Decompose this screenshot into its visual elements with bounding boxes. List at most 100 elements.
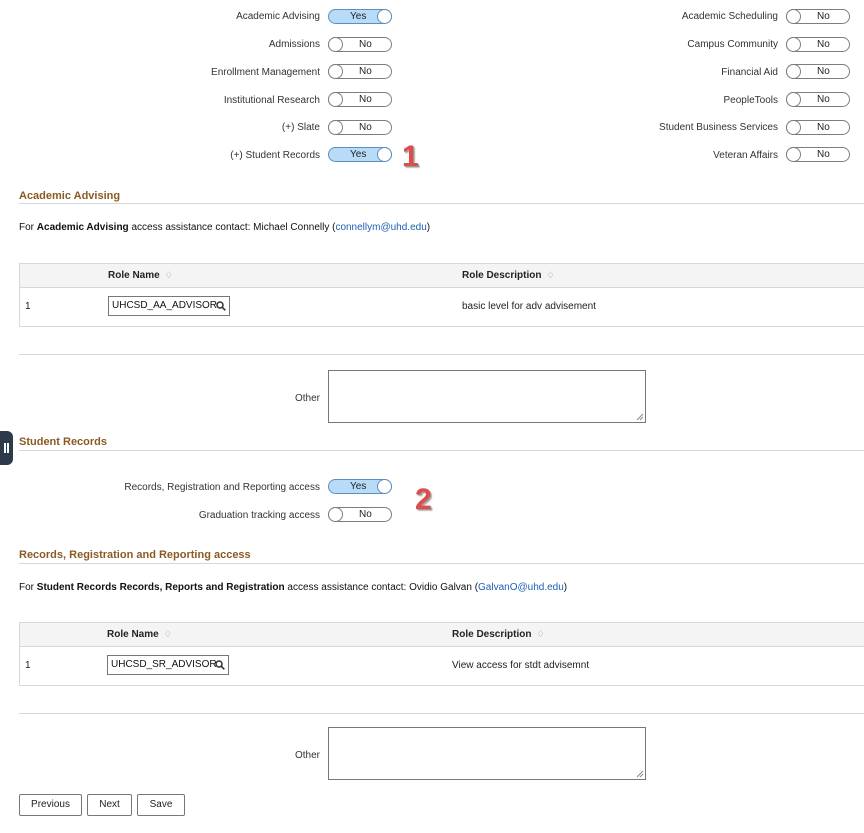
toggle-value: Yes <box>350 481 367 492</box>
divider <box>19 203 864 204</box>
toggle-label-enrollment-management: Enrollment Management <box>211 67 320 78</box>
toggle-academic-advising[interactable]: Yes <box>328 9 392 24</box>
other-textarea[interactable] <box>328 370 646 423</box>
toggle-institutional-research[interactable]: No <box>328 92 392 107</box>
toggle-label-admissions: Admissions <box>268 39 320 50</box>
toggle-value: No <box>359 66 372 77</box>
toggle-value: No <box>359 509 372 520</box>
toggle-knob <box>786 9 801 24</box>
toggle-knob <box>328 507 343 522</box>
column-header-label: Role Name <box>108 270 160 281</box>
side-panel-handle[interactable] <box>0 431 13 465</box>
toggle-knob <box>328 64 343 79</box>
column-header-label: Role Description <box>462 270 542 281</box>
column-header-label: Role Description <box>452 629 532 640</box>
contact-suffix: ) <box>563 582 568 593</box>
save-button[interactable]: Save <box>137 794 185 816</box>
table-row: 1 UHCSD_SR_ADVISOR View access for stdt … <box>20 647 864 685</box>
toggle-value: No <box>817 122 830 133</box>
toggle-veteran-affairs[interactable]: No <box>786 147 850 162</box>
contact-suffix: ) <box>426 222 431 233</box>
toggle-rrr-access[interactable]: Yes <box>328 479 392 494</box>
toggle-knob <box>786 92 801 107</box>
toggle-value: No <box>817 39 830 50</box>
sort-icon: ♢ <box>164 270 173 280</box>
divider <box>19 354 864 355</box>
toggle-knob <box>328 92 343 107</box>
search-icon[interactable] <box>216 301 226 311</box>
table-row: 1 UHCSD_AA_ADVISOR basic level for adv a… <box>20 288 864 326</box>
divider <box>19 450 864 451</box>
toggle-value: Yes <box>350 149 367 160</box>
previous-button[interactable]: Previous <box>19 794 82 816</box>
contact-prefix: For <box>19 222 37 233</box>
toggle-value: No <box>359 122 372 133</box>
toggle-financial-aid[interactable]: No <box>786 64 850 79</box>
toggle-label-financial-aid: Financial Aid <box>721 67 778 78</box>
toggle-knob <box>328 120 343 135</box>
rrr-access-contact: For Student Records Records, Reports and… <box>19 582 567 593</box>
toggle-student-records[interactable]: Yes <box>328 147 392 162</box>
toggle-label-peopletools: PeopleTools <box>723 95 778 106</box>
toggle-student-business-services[interactable]: No <box>786 120 850 135</box>
annotation-number-2: 2 <box>415 483 432 516</box>
table-header: Role Name ♢ Role Description ♢ <box>20 264 864 288</box>
contact-bold: Academic Advising <box>36 222 129 233</box>
toggle-label-academic-advising: Academic Advising <box>236 11 320 22</box>
toggle-peopletools[interactable]: No <box>786 92 850 107</box>
toggle-label-veteran-affairs: Veteran Affairs <box>713 150 778 161</box>
column-header-role-description[interactable]: Role Description ♢ <box>452 629 545 640</box>
row-number: 1 <box>25 301 31 312</box>
toggle-slate[interactable]: No <box>328 120 392 135</box>
other-label: Other <box>294 393 320 404</box>
column-header-role-description[interactable]: Role Description ♢ <box>462 270 555 281</box>
annotation-number-1: 1 <box>402 140 419 173</box>
column-header-label: Role Name <box>107 629 159 640</box>
section-title-student-records: Student Records <box>19 436 108 448</box>
toggle-admissions[interactable]: No <box>328 37 392 52</box>
toggle-label-slate: (+) Slate <box>281 122 320 133</box>
toggle-campus-community[interactable]: No <box>786 37 850 52</box>
search-icon[interactable] <box>215 660 225 670</box>
toggle-value: No <box>359 94 372 105</box>
role-name-value: UHCSD_SR_ADVISOR <box>111 659 217 670</box>
role-name-input[interactable]: UHCSD_AA_ADVISOR <box>108 296 230 316</box>
rrr-access-roles-table: Role Name ♢ Role Description ♢ 1 UHCSD_SR_… <box>19 622 864 686</box>
toggle-label-campus-community: Campus Community <box>687 39 778 50</box>
toggle-label-student-records: (+) Student Records <box>230 150 320 161</box>
toggle-label-institutional-research: Institutional Research <box>223 95 320 106</box>
contact-email-link[interactable]: connellym@uhd.edu <box>335 222 426 233</box>
toggle-value: No <box>817 149 830 160</box>
toggle-knob <box>377 147 392 162</box>
toggle-graduation-tracking[interactable]: No <box>328 507 392 522</box>
toggle-label-rrr-access: Records, Registration and Reporting acce… <box>124 482 320 493</box>
other-label: Other <box>294 750 320 761</box>
next-button[interactable]: Next <box>87 794 132 816</box>
column-header-role-name[interactable]: Role Name ♢ <box>108 270 173 281</box>
other-textarea[interactable] <box>328 727 646 780</box>
section-title-rrr-access: Records, Registration and Reporting acce… <box>19 549 251 561</box>
toggle-enrollment-management[interactable]: No <box>328 64 392 79</box>
section-title-academic-advising: Academic Advising <box>19 190 121 202</box>
resize-grip-icon[interactable] <box>636 770 644 778</box>
sort-icon: ♢ <box>536 629 545 639</box>
role-description: View access for stdt advisemnt <box>452 660 590 671</box>
sort-icon: ♢ <box>546 270 555 280</box>
divider <box>19 563 864 564</box>
toggle-value: No <box>817 66 830 77</box>
resize-grip-icon[interactable] <box>636 413 644 421</box>
toggle-academic-scheduling[interactable]: No <box>786 9 850 24</box>
contact-middle: access assistance contact: Ovidio Galvan… <box>284 582 479 593</box>
toggle-value: No <box>359 39 372 50</box>
toggle-value: Yes <box>350 11 367 22</box>
toggle-knob <box>377 9 392 24</box>
contact-middle: access assistance contact: Michael Conne… <box>128 222 336 233</box>
toggle-knob <box>786 64 801 79</box>
column-header-role-name[interactable]: Role Name ♢ <box>107 629 172 640</box>
academic-advising-contact: For Academic Advising access assistance … <box>19 222 430 233</box>
toggle-label-graduation-tracking: Graduation tracking access <box>198 510 320 521</box>
academic-advising-roles-table: Role Name ♢ Role Description ♢ 1 UHCSD_AA_… <box>19 263 864 327</box>
contact-email-link[interactable]: GalvanO@uhd.edu <box>478 582 564 593</box>
role-name-input[interactable]: UHCSD_SR_ADVISOR <box>107 655 229 675</box>
toggle-value: No <box>817 11 830 22</box>
